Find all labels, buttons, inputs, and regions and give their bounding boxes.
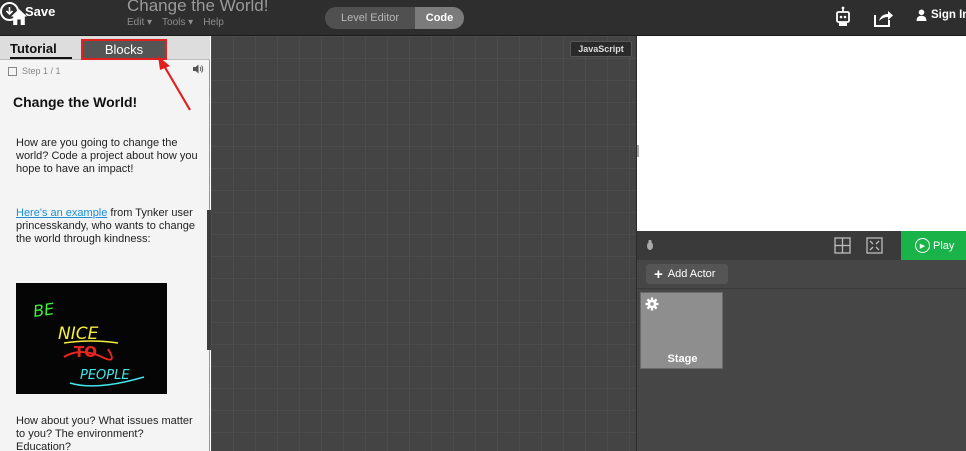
tutorial-panel: Tutorial Blocks Step 1 / 1 Change the Wo…	[0, 36, 210, 451]
share-icon[interactable]	[872, 8, 894, 28]
stage-preview[interactable]	[637, 36, 966, 231]
divider	[637, 288, 966, 289]
tab-level-editor[interactable]: Level Editor	[325, 7, 415, 29]
tynker-editor: Save Change the World! Edit ▾ Tools ▾ He…	[0, 0, 966, 451]
play-label: Play	[933, 239, 955, 252]
robot-icon[interactable]	[833, 6, 853, 28]
tab-blocks[interactable]: Blocks	[81, 39, 167, 60]
bug-icon[interactable]	[645, 239, 655, 251]
home-icon[interactable]	[10, 8, 28, 26]
project-title[interactable]: Change the World!	[127, 0, 268, 16]
menu-help[interactable]: Help	[203, 17, 224, 28]
neon-word: BE	[32, 299, 56, 321]
menu-edit[interactable]: Edit ▾	[127, 17, 152, 28]
gear-icon[interactable]	[645, 297, 659, 311]
actors-panel: + Add Actor Stage	[637, 260, 966, 451]
fullscreen-icon[interactable]	[866, 237, 883, 254]
plus-icon: +	[654, 265, 663, 283]
tutorial-paragraph: How are you going to change the world? C…	[16, 137, 198, 176]
code-workspace[interactable]	[211, 36, 636, 451]
speaker-icon[interactable]	[192, 63, 204, 75]
play-button[interactable]: ▶ Play	[901, 231, 966, 260]
save-label: Save	[25, 3, 56, 19]
example-project-image: BE NICE TO PEOPLE	[16, 283, 167, 394]
add-actor-button[interactable]: + Add Actor	[646, 264, 728, 284]
stage-actor-label: Stage	[667, 353, 698, 365]
grid-icon[interactable]	[834, 237, 851, 254]
stage-toolbar: ▶ Play	[637, 231, 966, 260]
sign-in-label: Sign In	[931, 9, 966, 21]
play-icon: ▶	[915, 238, 930, 253]
neon-word: PEOPLE	[80, 368, 130, 383]
add-actor-label: Add Actor	[667, 268, 716, 280]
active-tab-indicator	[10, 57, 72, 59]
tutorial-paragraph: How about you? What issues matter to you…	[16, 415, 193, 451]
javascript-button[interactable]: JavaScript	[570, 41, 632, 57]
user-icon	[916, 9, 927, 21]
step-checkbox[interactable]	[8, 66, 17, 76]
stage-resize-handle[interactable]	[637, 145, 639, 157]
example-link[interactable]: Here's an example	[16, 207, 107, 219]
tutorial-title: Change the World!	[13, 94, 138, 110]
tab-code[interactable]: Code	[415, 7, 464, 29]
stage-actor-card[interactable]: Stage	[640, 292, 723, 369]
tutorial-paragraph: Here's an example from Tynker user princ…	[16, 207, 198, 247]
panel-tabs: Tutorial Blocks	[0, 36, 210, 60]
sign-in-button[interactable]: Sign In	[916, 9, 966, 21]
mode-toggle: Level Editor Code	[325, 7, 464, 29]
step-label: Step 1 / 1	[22, 66, 61, 76]
top-bar: Save Change the World! Edit ▾ Tools ▾ He…	[0, 0, 966, 36]
menu-bar: Edit ▾ Tools ▾ Help	[127, 17, 224, 28]
step-indicator[interactable]: Step 1 / 1	[8, 66, 61, 76]
menu-tools[interactable]: Tools ▾	[162, 17, 193, 28]
tab-tutorial[interactable]: Tutorial	[10, 41, 57, 56]
